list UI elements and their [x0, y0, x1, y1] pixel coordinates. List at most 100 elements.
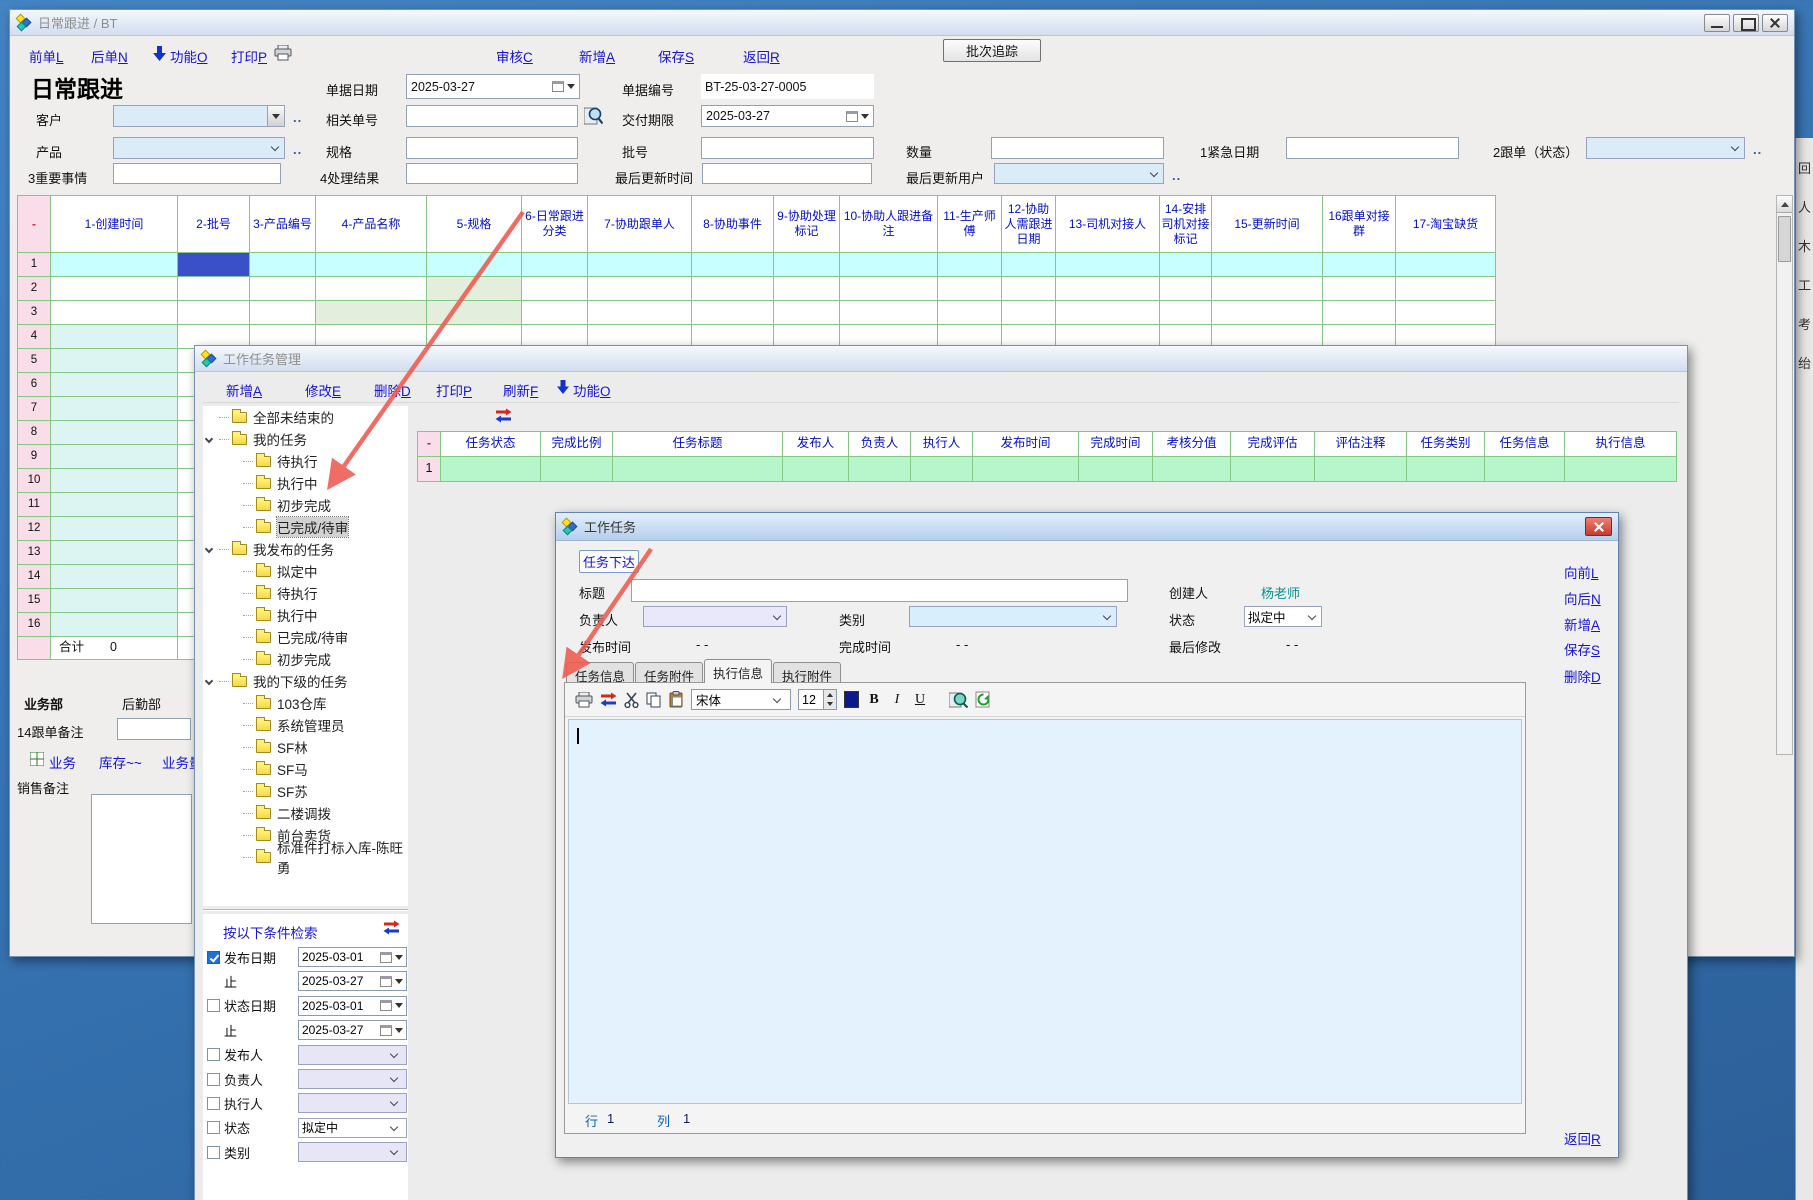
task-table-cell[interactable]: [1231, 457, 1315, 482]
grid-cell[interactable]: [51, 445, 178, 469]
grid-cell[interactable]: [51, 613, 178, 637]
dialog-tab[interactable]: 执行信息: [704, 659, 772, 683]
tree-item[interactable]: 全部未结束的: [203, 406, 408, 428]
font-size-stepper[interactable]: [824, 689, 837, 710]
grid-cell[interactable]: [250, 253, 316, 277]
task-table-column-header[interactable]: 任务信息: [1485, 431, 1565, 457]
grid-cell[interactable]: [1396, 253, 1496, 277]
owner-combo[interactable]: [643, 606, 787, 627]
grid-cell[interactable]: [692, 277, 774, 301]
grid-cell[interactable]: [840, 253, 938, 277]
menu-item-audit[interactable]: 审核C: [496, 46, 533, 66]
cut-icon[interactable]: [624, 692, 639, 708]
task-table-corner-header[interactable]: -: [417, 431, 441, 457]
grid-column-header[interactable]: 16跟单对接群: [1323, 195, 1396, 253]
grid-cell[interactable]: [588, 277, 692, 301]
business-link[interactable]: 业务: [49, 752, 76, 772]
grid-cell[interactable]: [316, 301, 427, 325]
dialog-nav-link[interactable]: 向前L: [1564, 562, 1599, 582]
tree-item[interactable]: 拟定中: [203, 560, 408, 582]
follow-note-input[interactable]: [117, 718, 191, 740]
print-icon[interactable]: [575, 692, 593, 708]
grid-cell[interactable]: [1002, 253, 1056, 277]
grid-cell[interactable]: [774, 301, 840, 325]
scroll-up-button[interactable]: [1777, 196, 1792, 213]
main-title-bar[interactable]: 日常跟进 / BT: [10, 10, 1794, 36]
grid-column-header[interactable]: 17-淘宝缺货: [1396, 195, 1496, 253]
grid-cell[interactable]: [1323, 301, 1396, 325]
tm-menu-function[interactable]: 功能O: [573, 380, 611, 400]
task-table-column-header[interactable]: 考核分值: [1153, 431, 1231, 457]
task-table-column-header[interactable]: 执行人: [911, 431, 973, 457]
tree-item[interactable]: 执行中: [203, 604, 408, 626]
font-color-button[interactable]: [844, 691, 859, 708]
batch-trace-button[interactable]: 批次追踪: [943, 39, 1041, 62]
grid-cell[interactable]: [588, 301, 692, 325]
grid-cell[interactable]: [51, 517, 178, 541]
grid-cell[interactable]: [178, 301, 250, 325]
underline-button[interactable]: U: [912, 692, 928, 708]
grid-cell[interactable]: [522, 277, 588, 301]
customer-more-button[interactable]: ..: [293, 110, 302, 125]
task-table-cell[interactable]: [613, 457, 783, 482]
task-table-cell[interactable]: [541, 457, 613, 482]
tree-item[interactable]: SF苏: [203, 780, 408, 802]
grid-cell[interactable]: [1323, 253, 1396, 277]
tree-item[interactable]: 我的任务: [203, 428, 408, 450]
grid-cell[interactable]: [1212, 277, 1323, 301]
grid-cell[interactable]: [774, 277, 840, 301]
minimize-button[interactable]: [1704, 14, 1730, 32]
grid-cell[interactable]: [1323, 277, 1396, 301]
calendar-icon[interactable]: [380, 1025, 392, 1036]
task-table-cell[interactable]: [1315, 457, 1407, 482]
grid-cell[interactable]: [1002, 301, 1056, 325]
related-no-input[interactable]: [406, 105, 578, 127]
swap-arrows-icon[interactable]: [495, 408, 512, 423]
tm-menu-add[interactable]: 新增A: [226, 380, 262, 400]
product-more-button[interactable]: ..: [293, 142, 302, 157]
grid-column-header[interactable]: 11-生产师傅: [938, 195, 1002, 253]
grid-cell[interactable]: [1396, 301, 1496, 325]
grid-cell[interactable]: [51, 253, 178, 277]
grid-cell[interactable]: [938, 253, 1002, 277]
task-table-column-header[interactable]: 负责人: [849, 431, 911, 457]
grid-cell[interactable]: [51, 373, 178, 397]
grid-cell[interactable]: [692, 253, 774, 277]
grid-cell[interactable]: [1160, 253, 1212, 277]
copy-icon[interactable]: [646, 692, 662, 708]
grid-selected-cell[interactable]: [178, 253, 250, 277]
last-update-user-combo[interactable]: [994, 163, 1164, 184]
filter-select[interactable]: [298, 1069, 407, 1089]
tree-item[interactable]: 我的下级的任务: [203, 670, 408, 692]
sales-note-textarea[interactable]: [91, 794, 192, 924]
stock-link[interactable]: 库存~~: [99, 752, 142, 772]
task-table-column-header[interactable]: 任务状态: [441, 431, 541, 457]
grid-column-header[interactable]: 12-协助人需跟进日期: [1002, 195, 1056, 253]
batch-input[interactable]: [701, 137, 874, 159]
filter-checkbox[interactable]: [207, 1146, 220, 1159]
grid-cell[interactable]: [840, 277, 938, 301]
close-button[interactable]: [1585, 517, 1612, 536]
grid-cell[interactable]: [1212, 301, 1323, 325]
filter-date-input[interactable]: 2025-03-27: [298, 971, 407, 991]
grid-column-header[interactable]: 7-协助跟单人: [588, 195, 692, 253]
grid-cell[interactable]: [51, 469, 178, 493]
task-table-column-header[interactable]: 执行信息: [1565, 431, 1677, 457]
grid-cell[interactable]: [522, 301, 588, 325]
task-table-cell[interactable]: [1485, 457, 1565, 482]
bold-button[interactable]: B: [866, 692, 882, 708]
follow-status-combo[interactable]: [1586, 137, 1745, 159]
task-table-column-header[interactable]: 任务标题: [613, 431, 783, 457]
dialog-nav-link[interactable]: 保存S: [1564, 639, 1600, 659]
filter-checkbox[interactable]: [207, 1121, 220, 1134]
refresh-icon[interactable]: [975, 691, 992, 708]
maximize-button[interactable]: [1733, 14, 1759, 32]
grid-cell[interactable]: [938, 277, 1002, 301]
grid-column-header[interactable]: 8-协助事件: [692, 195, 774, 253]
expand-chevron-icon[interactable]: [205, 545, 213, 553]
filter-date-input[interactable]: 2025-03-27: [298, 1020, 407, 1040]
task-table-cell[interactable]: [1565, 457, 1677, 482]
task-table-cell[interactable]: [973, 457, 1079, 482]
tree-item[interactable]: 系统管理员: [203, 714, 408, 736]
tree-item[interactable]: 初步完成: [203, 648, 408, 670]
